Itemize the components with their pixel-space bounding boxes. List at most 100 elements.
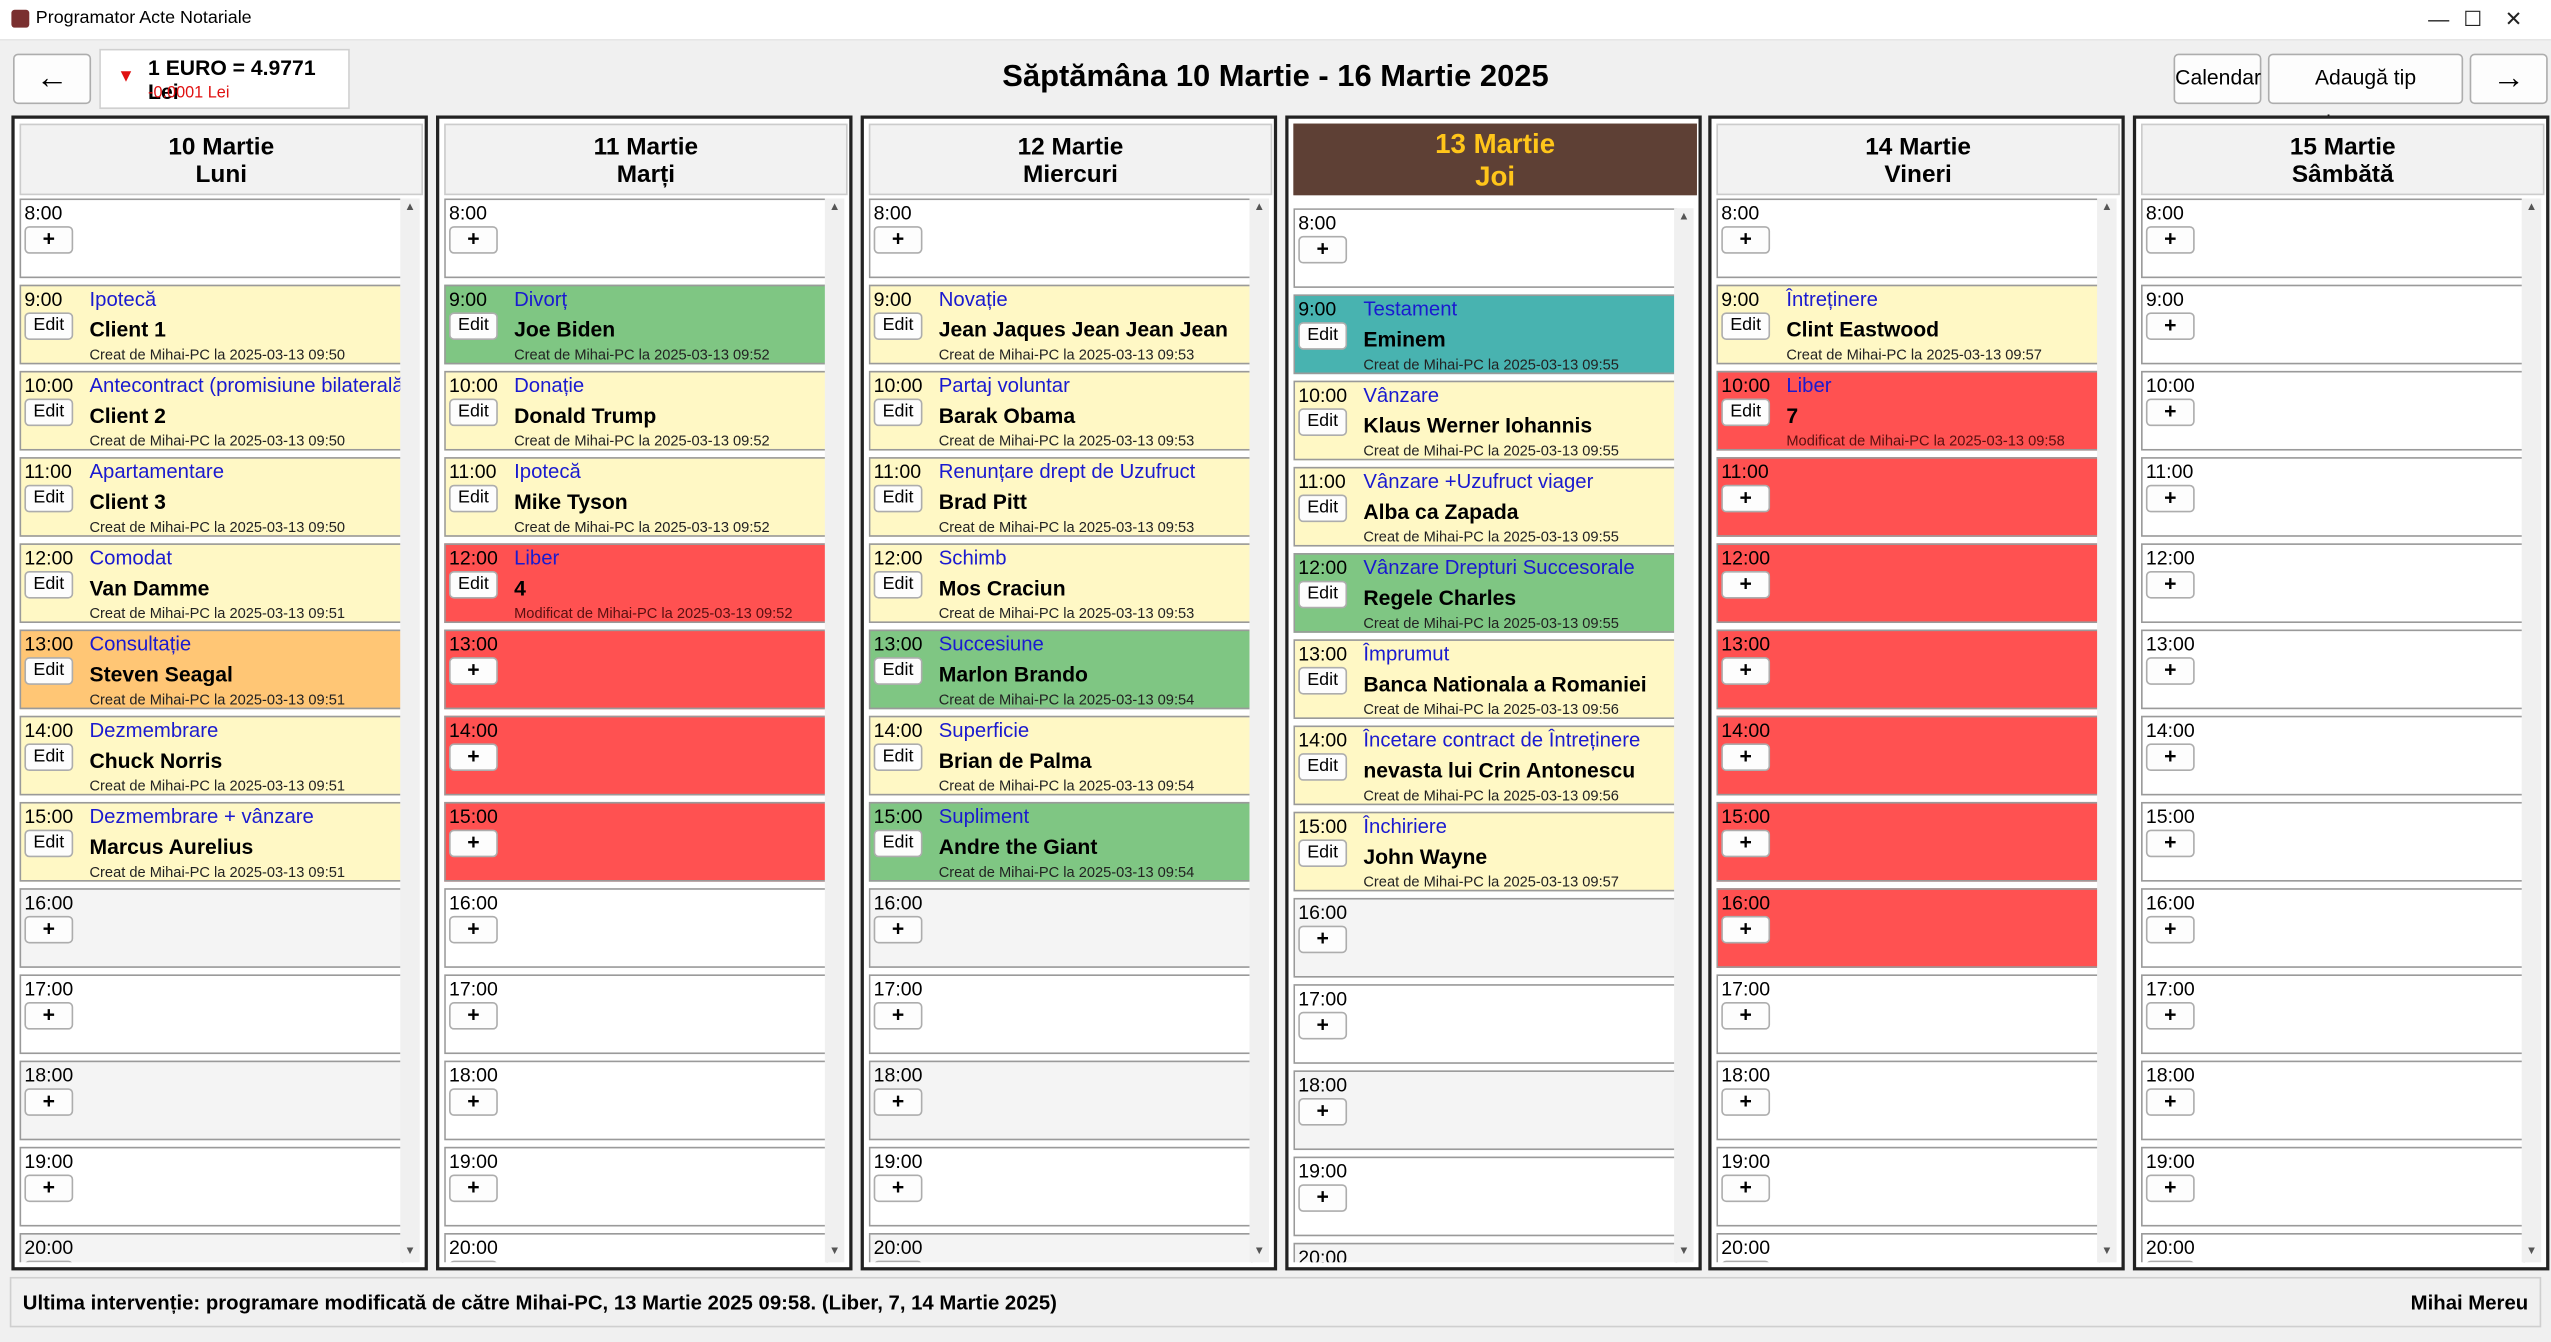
add-appointment-button[interactable]: + — [1721, 1088, 1771, 1116]
edit-button[interactable]: Edit — [1721, 398, 1771, 427]
add-appointment-button[interactable]: + — [24, 1002, 74, 1030]
edit-button[interactable]: Edit — [449, 484, 498, 513]
scroll-up-icon[interactable]: ▲ — [825, 198, 845, 218]
add-appointment-button[interactable]: + — [1721, 484, 1771, 513]
edit-button[interactable]: Edit — [24, 398, 74, 427]
add-appointment-button[interactable]: + — [873, 915, 923, 944]
add-appointment-button[interactable]: + — [449, 743, 498, 772]
add-appointment-button[interactable]: + — [2145, 1002, 2195, 1030]
edit-button[interactable]: Edit — [24, 657, 74, 685]
add-document-type-button[interactable]: Adaugă tip document — [2267, 53, 2464, 135]
add-appointment-button[interactable]: + — [2145, 1260, 2195, 1263]
add-appointment-button[interactable]: + — [1721, 1260, 1771, 1263]
add-appointment-button[interactable]: + — [2145, 743, 2195, 772]
edit-button[interactable]: Edit — [1298, 494, 1348, 523]
add-appointment-button[interactable]: + — [873, 1260, 923, 1263]
add-appointment-button[interactable]: + — [1721, 743, 1771, 772]
edit-button[interactable]: Edit — [873, 743, 923, 772]
edit-button[interactable]: Edit — [1298, 580, 1348, 609]
edit-button[interactable]: Edit — [24, 743, 74, 772]
edit-button[interactable]: Edit — [1298, 408, 1348, 436]
add-appointment-button[interactable]: + — [2145, 398, 2195, 427]
scroll-down-icon[interactable]: ▼ — [825, 1243, 845, 1263]
scroll-down-icon[interactable]: ▼ — [1249, 1243, 1269, 1263]
add-appointment-button[interactable]: + — [449, 1260, 498, 1263]
vertical-scrollbar[interactable]: ▲ ▼ — [400, 198, 420, 1263]
add-appointment-button[interactable]: + — [2145, 226, 2195, 254]
add-appointment-button[interactable]: + — [1721, 915, 1771, 944]
add-appointment-button[interactable]: + — [2145, 312, 2195, 340]
add-appointment-button[interactable]: + — [1298, 1011, 1348, 1040]
add-appointment-button[interactable]: + — [2145, 915, 2195, 944]
edit-button[interactable]: Edit — [24, 484, 74, 513]
close-icon[interactable]: ✕ — [2476, 0, 2551, 39]
slot-time: 19:00 — [1298, 1159, 1348, 1183]
edit-button[interactable]: Edit — [449, 570, 498, 599]
edit-button[interactable]: Edit — [1298, 753, 1348, 781]
scroll-down-icon[interactable]: ▼ — [2097, 1243, 2117, 1263]
add-appointment-button[interactable]: + — [873, 1002, 923, 1030]
add-appointment-button[interactable]: + — [449, 1002, 498, 1030]
edit-button[interactable]: Edit — [873, 484, 923, 513]
add-appointment-button[interactable]: + — [449, 1088, 498, 1116]
edit-button[interactable]: Edit — [449, 398, 498, 427]
scroll-down-icon[interactable]: ▼ — [1674, 1243, 1694, 1263]
edit-button[interactable]: Edit — [873, 398, 923, 427]
add-appointment-button[interactable]: + — [1298, 1184, 1348, 1212]
add-appointment-button[interactable]: + — [1721, 829, 1771, 858]
scroll-down-icon[interactable]: ▼ — [400, 1243, 420, 1263]
edit-button[interactable]: Edit — [1298, 666, 1348, 695]
add-appointment-button[interactable]: + — [873, 1174, 923, 1203]
add-appointment-button[interactable]: + — [449, 1174, 498, 1203]
add-appointment-button[interactable]: + — [1721, 226, 1771, 254]
scroll-up-icon[interactable]: ▲ — [1674, 208, 1694, 228]
add-appointment-button[interactable]: + — [1721, 1002, 1771, 1030]
edit-button[interactable]: Edit — [873, 570, 923, 599]
scroll-up-icon[interactable]: ▲ — [2097, 198, 2117, 218]
add-appointment-button[interactable]: + — [1298, 925, 1348, 954]
edit-button[interactable]: Edit — [873, 829, 923, 858]
next-week-button[interactable]: → — [2469, 53, 2548, 105]
edit-button[interactable]: Edit — [1298, 839, 1348, 868]
add-appointment-button[interactable]: + — [24, 1088, 74, 1116]
add-appointment-button[interactable]: + — [24, 1174, 74, 1203]
vertical-scrollbar[interactable]: ▲ ▼ — [1674, 208, 1694, 1263]
add-appointment-button[interactable]: + — [449, 915, 498, 944]
edit-button[interactable]: Edit — [24, 570, 74, 599]
vertical-scrollbar[interactable]: ▲ ▼ — [2097, 198, 2117, 1263]
edit-button[interactable]: Edit — [1721, 312, 1771, 340]
scroll-down-icon[interactable]: ▼ — [2522, 1243, 2542, 1263]
add-appointment-button[interactable]: + — [449, 829, 498, 858]
add-appointment-button[interactable]: + — [1298, 235, 1348, 264]
add-appointment-button[interactable]: + — [24, 1260, 74, 1263]
edit-button[interactable]: Edit — [873, 657, 923, 685]
edit-button[interactable]: Edit — [873, 312, 923, 340]
edit-button[interactable]: Edit — [24, 312, 74, 340]
add-appointment-button[interactable]: + — [873, 1088, 923, 1116]
add-appointment-button[interactable]: + — [1721, 570, 1771, 599]
vertical-scrollbar[interactable]: ▲ ▼ — [824, 198, 845, 1263]
add-appointment-button[interactable]: + — [2145, 829, 2195, 858]
add-appointment-button[interactable]: + — [449, 226, 498, 254]
add-appointment-button[interactable]: + — [24, 915, 74, 944]
vertical-scrollbar[interactable]: ▲ ▼ — [2521, 198, 2542, 1263]
add-appointment-button[interactable]: + — [2145, 1088, 2195, 1116]
add-appointment-button[interactable]: + — [1721, 657, 1771, 685]
add-appointment-button[interactable]: + — [1721, 1174, 1771, 1203]
calendar-button[interactable]: Calendar — [2173, 53, 2262, 105]
edit-button[interactable]: Edit — [1298, 322, 1348, 350]
vertical-scrollbar[interactable]: ▲ ▼ — [1249, 198, 1269, 1263]
scroll-up-icon[interactable]: ▲ — [400, 198, 420, 218]
add-appointment-button[interactable]: + — [24, 226, 74, 254]
add-appointment-button[interactable]: + — [2145, 657, 2195, 685]
add-appointment-button[interactable]: + — [2145, 1174, 2195, 1203]
edit-button[interactable]: Edit — [24, 829, 74, 858]
scroll-up-icon[interactable]: ▲ — [2522, 198, 2542, 218]
add-appointment-button[interactable]: + — [873, 226, 923, 254]
add-appointment-button[interactable]: + — [2145, 570, 2195, 599]
add-appointment-button[interactable]: + — [2145, 484, 2195, 513]
add-appointment-button[interactable]: + — [449, 657, 498, 685]
add-appointment-button[interactable]: + — [1298, 1098, 1348, 1126]
scroll-up-icon[interactable]: ▲ — [1249, 198, 1269, 218]
edit-button[interactable]: Edit — [449, 312, 498, 340]
